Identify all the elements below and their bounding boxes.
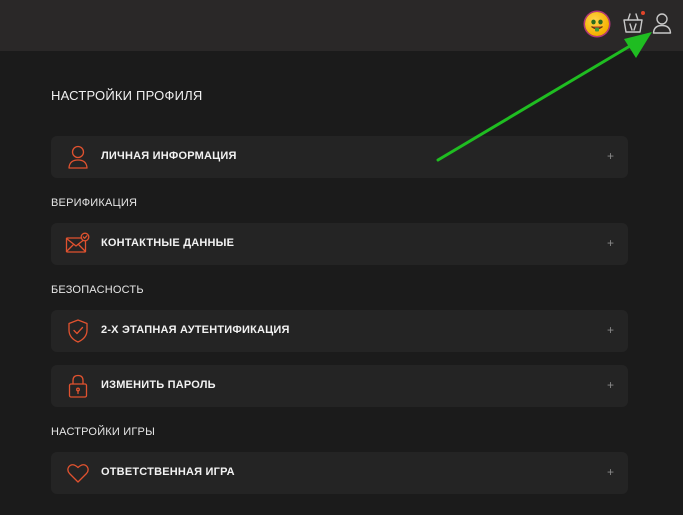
page-title: НАСТРОЙКИ ПРОФИЛЯ [51, 88, 203, 103]
expand-plus-icon[interactable]: + [607, 323, 614, 337]
two-factor-card[interactable]: 2-Х ЭТАПНАЯ АУТЕНТИФИКАЦИЯ + [51, 310, 628, 352]
envelope-check-icon [65, 231, 91, 257]
personal-info-card[interactable]: ЛИЧНАЯ ИНФОРМАЦИЯ + [51, 136, 628, 178]
two-factor-label: 2-Х ЭТАПНАЯ АУТЕНТИФИКАЦИЯ [101, 324, 290, 336]
shield-check-icon [65, 318, 91, 344]
change-password-card[interactable]: ИЗМЕНИТЬ ПАРОЛЬ + [51, 365, 628, 407]
user-outline-icon [65, 144, 91, 170]
money-mouth-emoji-icon[interactable] [585, 12, 609, 36]
section-title-security: БЕЗОПАСНОСТЬ [51, 284, 144, 296]
personal-info-label: ЛИЧНАЯ ИНФОРМАЦИЯ [101, 150, 237, 162]
section-title-verification: ВЕРИФИКАЦИЯ [51, 197, 138, 209]
expand-plus-icon[interactable]: + [607, 465, 614, 479]
responsible-gaming-label: ОТВЕТСТВЕННАЯ ИГРА [101, 466, 235, 478]
top-bar [0, 0, 683, 51]
expand-plus-icon[interactable]: + [607, 378, 614, 392]
padlock-icon [65, 373, 91, 399]
responsible-gaming-card[interactable]: ОТВЕТСТВЕННАЯ ИГРА + [51, 452, 628, 494]
change-password-label: ИЗМЕНИТЬ ПАРОЛЬ [101, 379, 216, 391]
notification-dot [641, 11, 645, 15]
heart-icon [65, 460, 91, 486]
expand-plus-icon[interactable]: + [607, 236, 614, 250]
user-icon[interactable] [650, 10, 674, 36]
section-title-game-settings: НАСТРОЙКИ ИГРЫ [51, 426, 156, 438]
contact-data-label: КОНТАКТНЫЕ ДАННЫЕ [101, 237, 235, 249]
expand-plus-icon[interactable]: + [607, 149, 614, 163]
contact-data-card[interactable]: КОНТАКТНЫЕ ДАННЫЕ + [51, 223, 628, 265]
